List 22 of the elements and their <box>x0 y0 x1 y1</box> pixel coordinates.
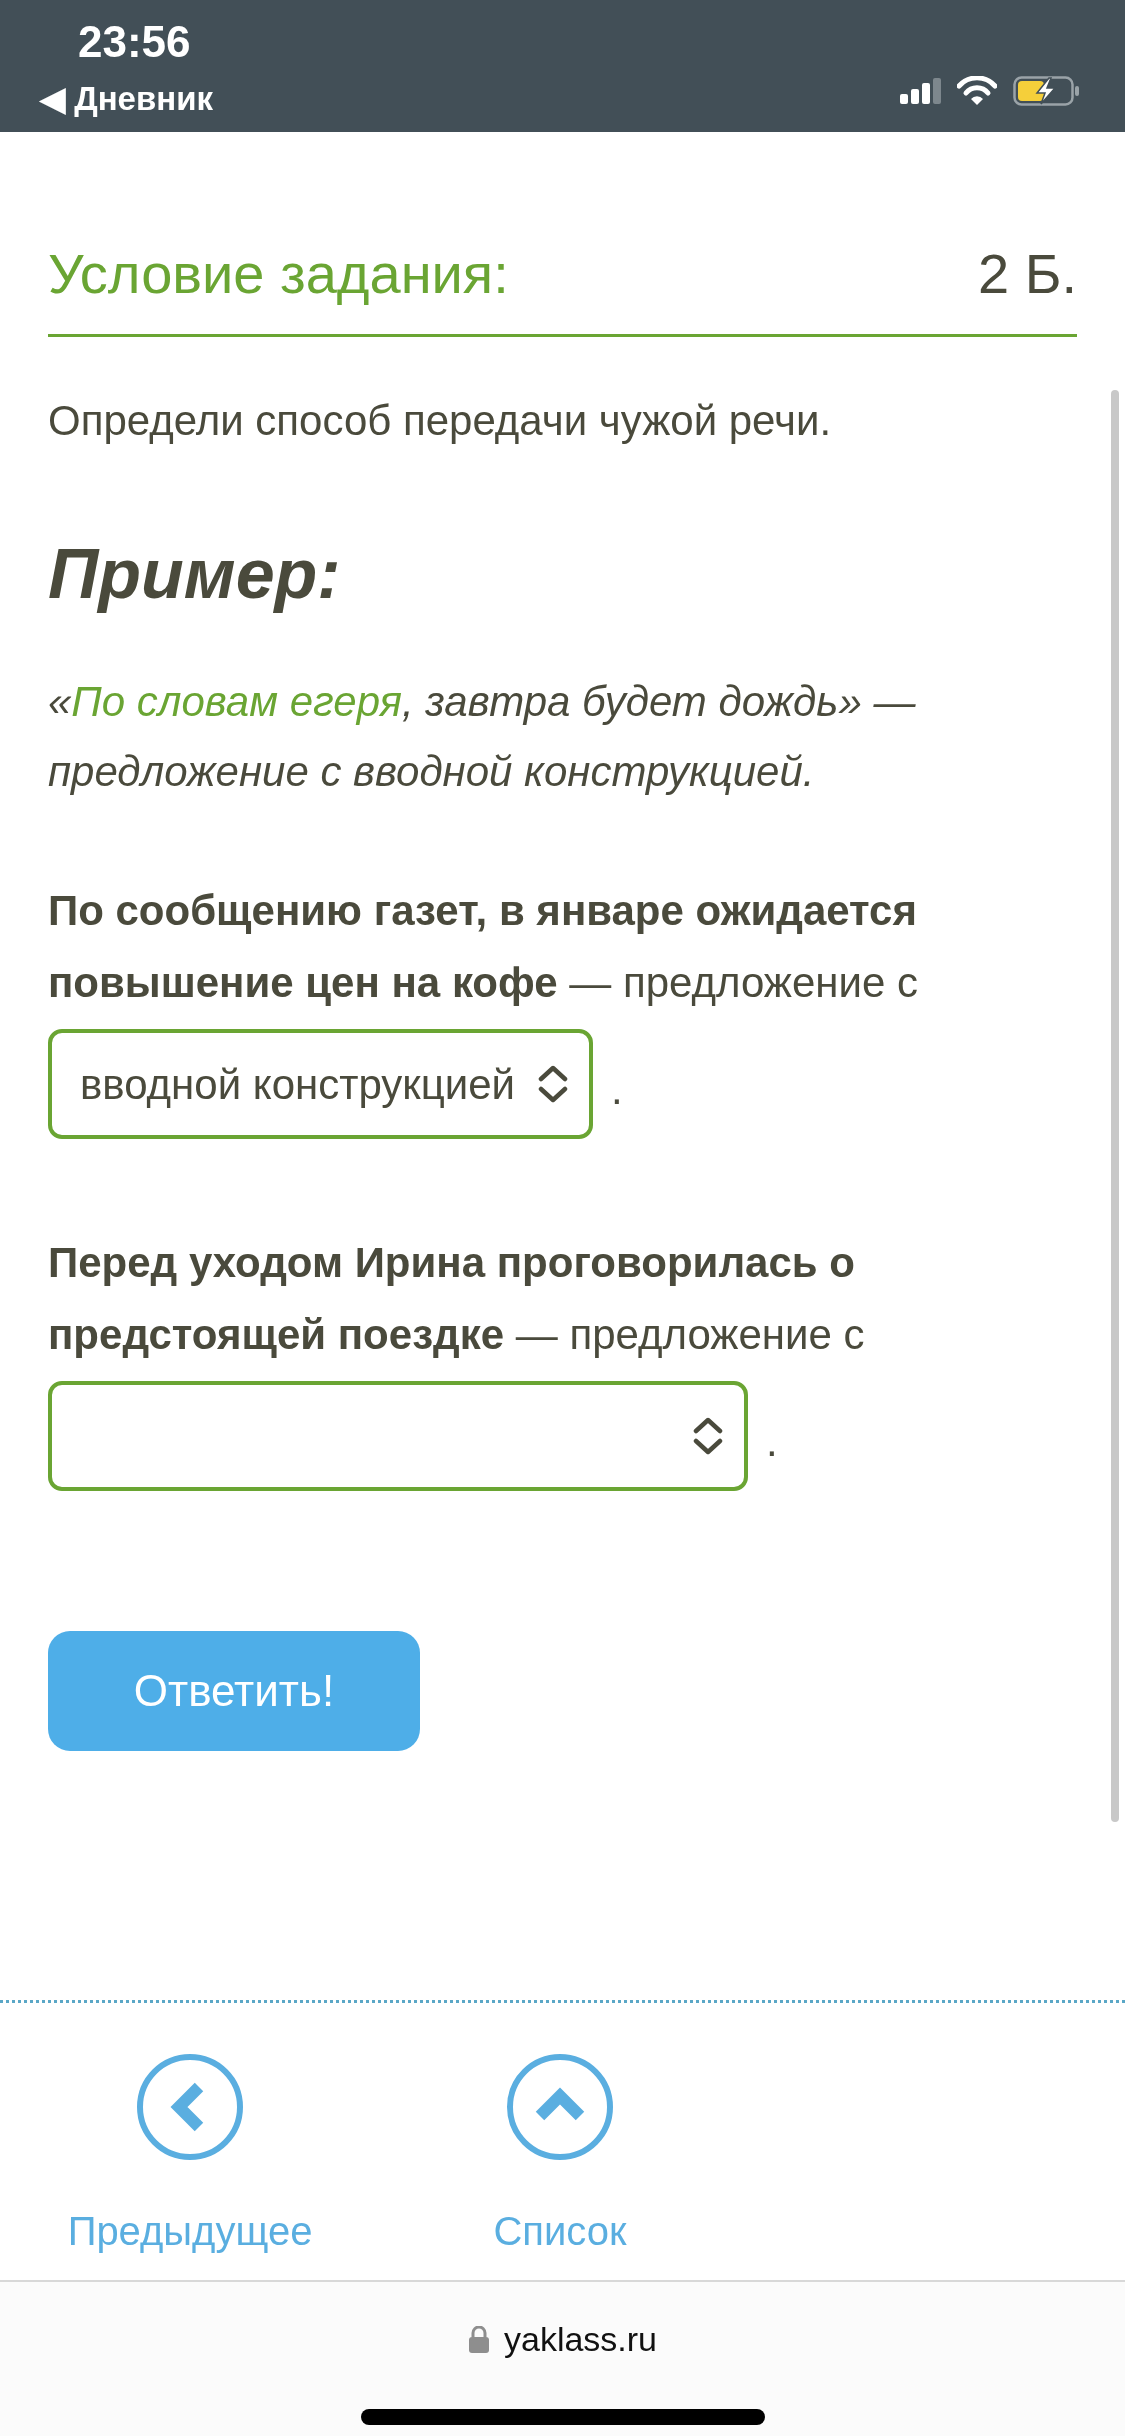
example-heading: Пример: <box>48 534 342 615</box>
wifi-icon <box>957 76 997 106</box>
chevron-left-icon <box>136 2053 244 2161</box>
answer-dropdown[interactable]: вводной конструкцией <box>48 1029 593 1139</box>
question-text: Перед уходом Ирина проговорилась о предстоящей поездке — предложение с <box>48 1238 866 1360</box>
section-title: Условие задания: <box>48 241 509 307</box>
chevron-up-icon <box>506 2053 614 2161</box>
answer-dropdown[interactable] <box>48 1381 748 1491</box>
example-text: «По словам егеря, завтра будет дождь» — предложение с вводной конструкцией. <box>48 677 917 797</box>
back-link[interactable]: ◀ Дневник <box>40 74 213 124</box>
period-text: . <box>611 1065 623 1115</box>
period-text: . <box>766 1417 778 1467</box>
points-label: 2 Б. <box>978 241 1077 307</box>
updown-chevron-icon <box>537 1065 569 1103</box>
updown-chevron-icon <box>692 1417 724 1455</box>
lock-icon <box>467 2325 490 2354</box>
battery-charging-icon <box>1013 76 1081 106</box>
question-text: По сообщению газет, в январе ожидается повышение цен на кофе — предложение с <box>48 886 919 1008</box>
url-text[interactable]: yaklass.ru <box>503 2314 658 2365</box>
instruction-text: Определи способ передачи чужой речи. <box>48 396 833 446</box>
status-time: 23:56 <box>78 20 192 64</box>
signal-icon <box>900 78 941 104</box>
